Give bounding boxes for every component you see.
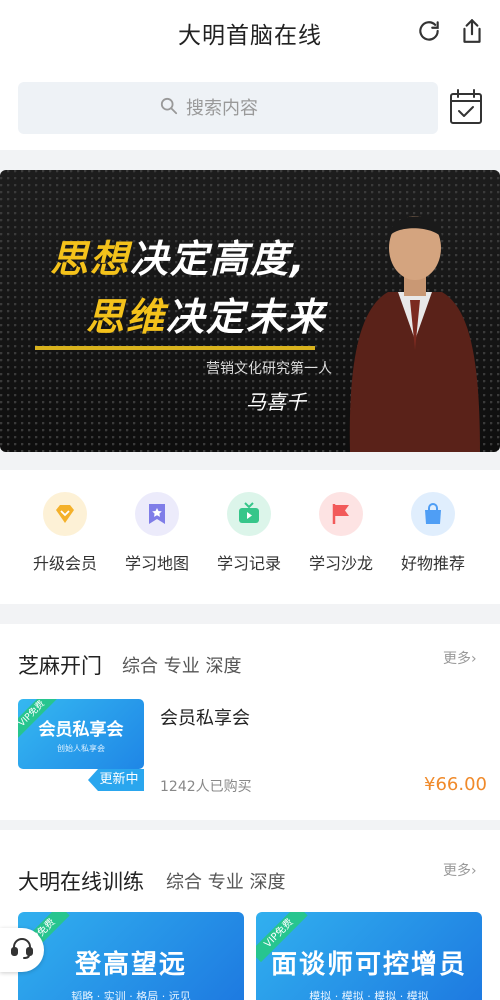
speaker-portrait: [349, 216, 480, 452]
banner-subtitle: 营销文化研究第一人: [206, 361, 332, 377]
card-subtitle: 模拟 · 模拟 · 模拟 · 模拟: [309, 990, 429, 1000]
chevron-right-icon: ›: [471, 863, 477, 879]
training-card[interactable]: VIP免费 面谈师可控增员 模拟 · 模拟 · 模拟 · 模拟: [256, 912, 482, 1000]
card-title: 面谈师可控增员: [270, 950, 467, 980]
nav-label: 学习地图: [124, 554, 189, 573]
nav-recommended-goods[interactable]: 好物推荐: [388, 492, 478, 574]
nav-learning-salon[interactable]: 学习沙龙: [296, 492, 386, 574]
thumb-title: 会员私享会: [38, 720, 124, 740]
nav-upgrade-member[interactable]: 升级会员: [20, 492, 110, 574]
course-price: ¥66.00: [424, 774, 487, 795]
thumb-subtitle: 创始人私享会: [57, 744, 105, 753]
tv-record-icon: [227, 492, 271, 536]
banner-headline-2: 思维决定未来: [86, 295, 327, 339]
promo-banner[interactable]: 思想决定高度, 思维决定未来 营销文化研究第一人 马喜千: [0, 170, 500, 452]
search-bar[interactable]: [18, 82, 438, 134]
search-input[interactable]: [186, 97, 296, 119]
course-thumbnail[interactable]: VIP免费 会员私享会 创始人私享会: [18, 699, 144, 769]
section-title: 芝麻开门: [18, 654, 102, 678]
refresh-icon[interactable]: [412, 14, 446, 48]
calendar-check-icon[interactable]: [448, 88, 484, 126]
quick-nav: 升级会员 学习地图 学习记录 学习沙龙 好物推荐: [0, 470, 500, 604]
section-zhima: 芝麻开门 综合 专业 深度 更多› VIP免费 会员私享会 创始人私享会 更新中…: [0, 624, 500, 820]
banner-signature: 马喜千: [246, 390, 306, 414]
banner-divider: [35, 346, 315, 350]
nav-label: 好物推荐: [400, 554, 465, 573]
banner-headline-1: 思想决定高度,: [50, 237, 307, 281]
chevron-right-icon: ›: [471, 651, 477, 667]
more-link[interactable]: 更多›: [443, 860, 477, 880]
diamond-icon: [43, 492, 87, 536]
app-header: 大明首脑在线: [0, 0, 500, 68]
map-star-icon: [135, 492, 179, 536]
training-card[interactable]: VIP免费 登高望远 韬略 · 实训 · 格局 · 远见: [18, 912, 244, 1000]
section-tags: 综合 专业 深度: [122, 656, 242, 677]
course-buyers: 1242人已购买: [160, 779, 252, 795]
section-training: 大明在线训练 综合 专业 深度 更多› VIP免费 登高望远 韬略 · 实训 ·…: [0, 830, 500, 1000]
headset-icon: [9, 935, 35, 965]
course-name[interactable]: 会员私享会: [160, 704, 250, 730]
search-row: [0, 68, 500, 150]
more-link[interactable]: 更多›: [443, 648, 477, 668]
share-icon[interactable]: [455, 14, 489, 48]
nav-learning-map[interactable]: 学习地图: [112, 492, 202, 574]
nav-label: 升级会员: [32, 554, 97, 573]
search-icon: [160, 97, 178, 119]
card-title: 登高望远: [74, 950, 187, 980]
update-badge: 更新中: [88, 769, 144, 791]
section-tags: 综合 专业 深度: [166, 872, 286, 893]
card-subtitle: 韬略 · 实训 · 格局 · 远见: [71, 990, 191, 1000]
nav-label: 学习记录: [216, 554, 281, 573]
nav-label: 学习沙龙: [308, 554, 373, 573]
customer-service-button[interactable]: [0, 928, 44, 972]
shopping-bag-icon: [411, 492, 455, 536]
flag-icon: [319, 492, 363, 536]
section-title: 大明在线训练: [18, 870, 144, 894]
nav-learning-record[interactable]: 学习记录: [204, 492, 294, 574]
